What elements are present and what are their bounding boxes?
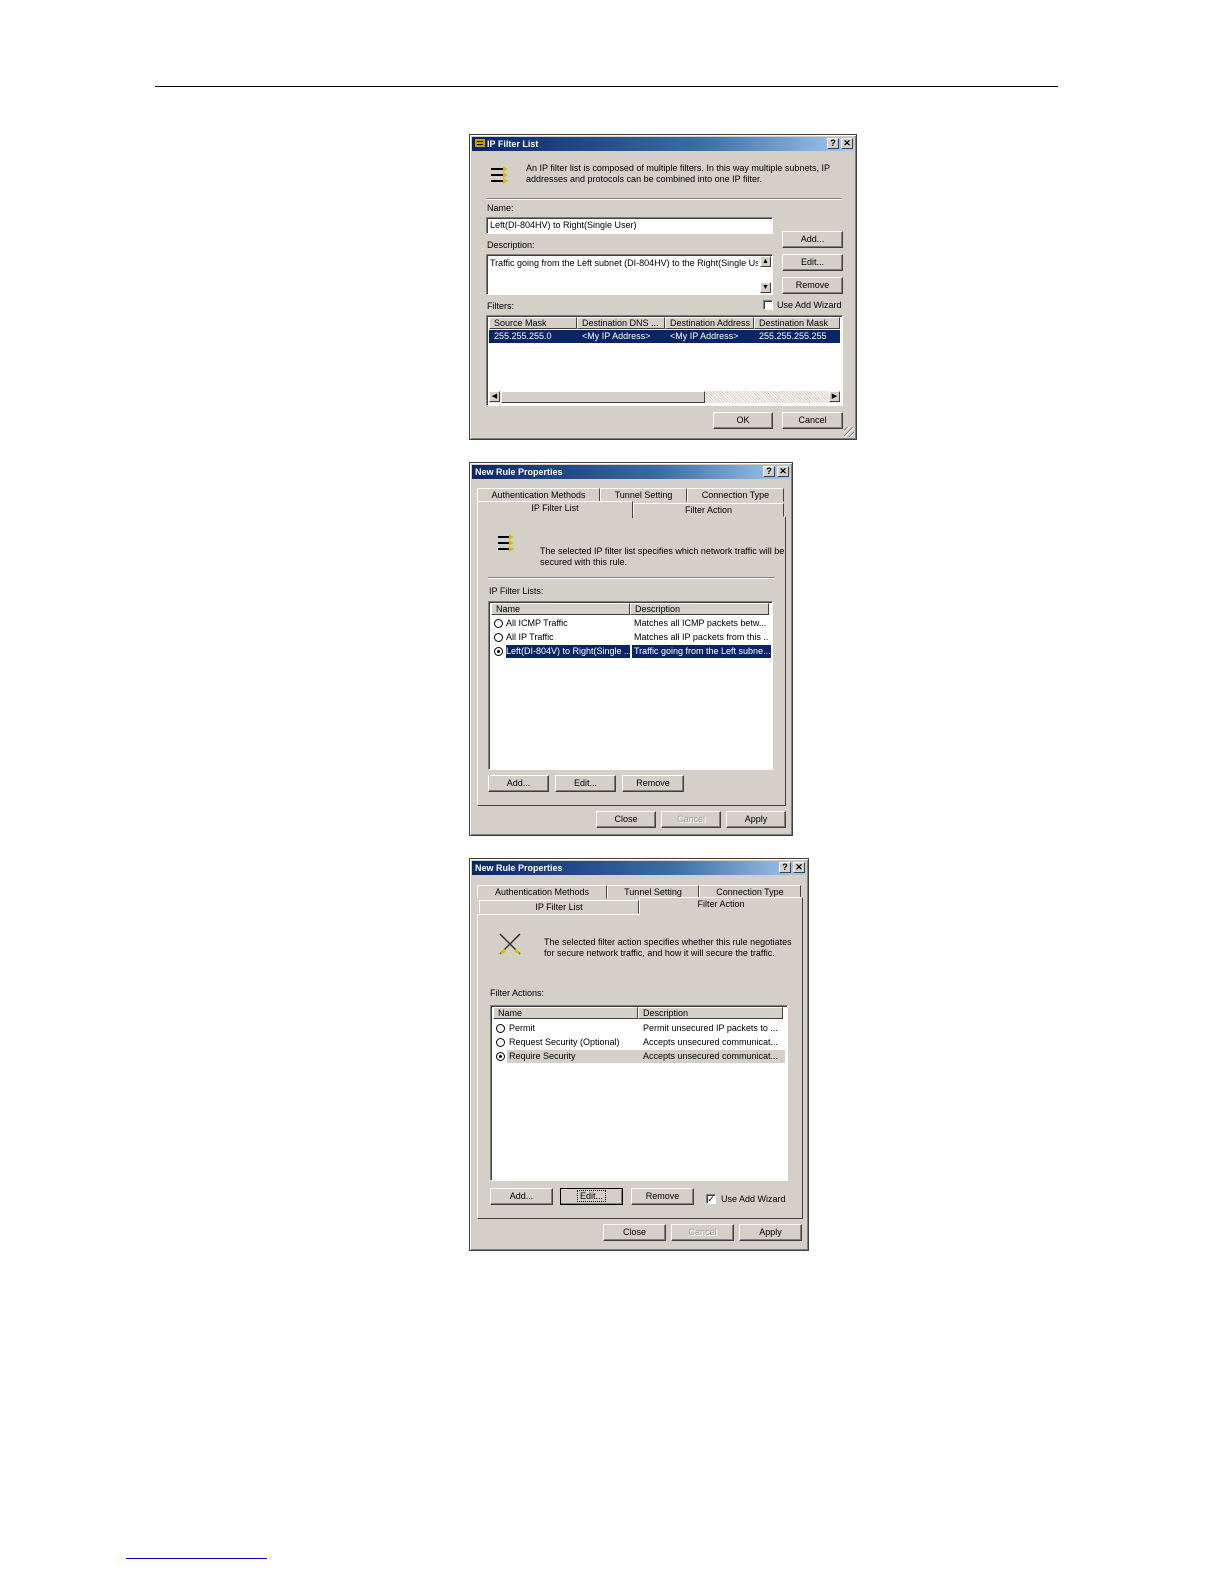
close-footer-button[interactable]: Close xyxy=(603,1224,666,1241)
apply-button[interactable]: Apply xyxy=(726,811,786,828)
close-footer-button[interactable]: Close xyxy=(596,811,656,828)
remove-button[interactable]: Remove xyxy=(631,1188,694,1205)
close-button[interactable]: ✕ xyxy=(777,466,789,477)
horizontal-scrollbar[interactable]: ◀ ▶ xyxy=(489,391,840,403)
resize-grip-icon[interactable] xyxy=(844,427,854,437)
list-item[interactable]: Require Security Accepts unsecured commu… xyxy=(493,1050,785,1063)
name-field[interactable]: Left(DI-804HV) to Right(Single User) xyxy=(486,217,773,234)
intro-text-line2: for secure network traffic, and how it w… xyxy=(544,948,775,958)
filter-action-icon xyxy=(497,931,523,959)
footer-link-underline xyxy=(126,1558,267,1559)
radio-button[interactable] xyxy=(496,1024,505,1033)
use-add-wizard-label: Use Add Wizard xyxy=(721,1194,786,1204)
intro-text-line2: secured with this rule. xyxy=(540,557,628,567)
tab-authentication-methods[interactable]: Authentication Methods xyxy=(477,488,600,502)
table-row[interactable]: 255.255.255.0 <My IP Address> <My IP Add… xyxy=(489,330,840,343)
dialog-title: IP Filter List xyxy=(487,139,539,149)
filter-list-icon xyxy=(488,165,510,189)
close-button[interactable]: ✕ xyxy=(793,862,805,873)
filters-list[interactable]: Source Mask Destination DNS ... Destinat… xyxy=(486,315,843,406)
edit-button[interactable]: Edit... xyxy=(560,1188,623,1205)
tab-filter-action[interactable]: Filter Action xyxy=(633,503,784,517)
app-icon xyxy=(475,138,485,148)
cancel-button[interactable]: Cancel xyxy=(671,1224,734,1241)
ip-filter-lists-label: IP Filter Lists: xyxy=(489,586,544,596)
radio-button-selected[interactable] xyxy=(494,647,503,656)
scrollbar-thumb[interactable] xyxy=(501,391,705,403)
column-header-destination-dns[interactable]: Destination DNS ... xyxy=(577,317,665,329)
intro-text-line1: The selected IP filter list specifies wh… xyxy=(540,546,785,556)
radio-button[interactable] xyxy=(494,619,503,628)
scroll-up-icon[interactable]: ▲ xyxy=(760,256,771,267)
tab-connection-type[interactable]: Connection Type xyxy=(687,488,784,502)
dialog-titlebar[interactable]: IP Filter List ? ✕ xyxy=(472,137,854,151)
new-rule-properties-dialog-filter-action: New Rule Properties ? ✕ Authentication M… xyxy=(469,858,809,1251)
apply-button[interactable]: Apply xyxy=(739,1224,802,1241)
name-label: Name: xyxy=(487,203,514,213)
column-header-destination-address[interactable]: Destination Address xyxy=(665,317,754,329)
ip-filter-list-dialog: IP Filter List ? ✕ An IP filter list is … xyxy=(469,134,857,440)
use-add-wizard-checkbox[interactable]: ✓ xyxy=(706,1194,716,1204)
list-item[interactable]: Request Security (Optional) Accepts unse… xyxy=(493,1036,785,1049)
scroll-down-icon[interactable]: ▼ xyxy=(760,282,771,293)
column-header-source-mask[interactable]: Source Mask xyxy=(489,317,577,329)
separator xyxy=(488,577,775,579)
intro-text-line2: addresses and protocols can be combined … xyxy=(526,174,762,184)
scroll-left-icon[interactable]: ◀ xyxy=(489,391,500,402)
add-button[interactable]: Add... xyxy=(782,231,843,248)
list-item[interactable]: All IP Traffic Matches all IP packets fr… xyxy=(491,631,770,644)
filters-label: Filters: xyxy=(487,301,514,311)
filter-actions-label: Filter Actions: xyxy=(490,988,545,998)
dialog-titlebar[interactable]: New Rule Properties ? ✕ xyxy=(472,861,806,875)
page-header-rule xyxy=(155,86,1058,87)
tab-filter-action[interactable]: Filter Action xyxy=(639,897,803,915)
column-header-description[interactable]: Description xyxy=(630,603,769,615)
tab-authentication-methods[interactable]: Authentication Methods xyxy=(477,885,607,899)
ok-button[interactable]: OK xyxy=(713,412,773,429)
ip-filter-lists-table[interactable]: Name Description All ICMP Traffic Matche… xyxy=(488,601,773,770)
tab-ip-filter-list[interactable]: IP Filter List xyxy=(479,900,639,914)
help-button[interactable]: ? xyxy=(779,862,791,873)
edit-button[interactable]: Edit... xyxy=(782,254,843,271)
scroll-right-icon[interactable]: ▶ xyxy=(829,391,840,402)
description-label: Description: xyxy=(487,240,535,250)
list-item[interactable]: Permit Permit unsecured IP packets to ..… xyxy=(493,1022,785,1035)
remove-button[interactable]: Remove xyxy=(782,277,843,294)
radio-button[interactable] xyxy=(496,1038,505,1047)
new-rule-properties-dialog-filter-list: New Rule Properties ? ✕ Authentication M… xyxy=(469,462,793,836)
radio-button[interactable] xyxy=(494,633,503,642)
list-item[interactable]: All ICMP Traffic Matches all ICMP packet… xyxy=(491,617,770,630)
column-header-destination-mask[interactable]: Destination Mask xyxy=(754,317,840,329)
column-header-description[interactable]: Description xyxy=(638,1007,783,1019)
help-button[interactable]: ? xyxy=(763,466,775,477)
use-add-wizard-checkbox[interactable] xyxy=(763,300,773,310)
separator xyxy=(486,198,842,200)
filter-list-icon xyxy=(496,533,516,557)
intro-text-line1: An IP filter list is composed of multipl… xyxy=(526,163,830,173)
radio-button-selected[interactable] xyxy=(496,1052,505,1061)
list-item[interactable]: Left(DI-804V) to Right(Single ... Traffi… xyxy=(491,644,771,659)
edit-button[interactable]: Edit... xyxy=(555,775,616,792)
dialog-title: New Rule Properties xyxy=(475,863,563,873)
remove-button[interactable]: Remove xyxy=(622,775,684,792)
dialog-titlebar[interactable]: New Rule Properties ? ✕ xyxy=(472,465,790,479)
cancel-button[interactable]: Cancel xyxy=(782,412,843,429)
use-add-wizard-label: Use Add Wizard xyxy=(777,300,842,310)
close-button[interactable]: ✕ xyxy=(841,138,853,149)
column-header-name[interactable]: Name xyxy=(491,603,630,615)
dialog-title: New Rule Properties xyxy=(475,467,563,477)
help-button[interactable]: ? xyxy=(827,138,839,149)
column-header-name[interactable]: Name xyxy=(493,1007,638,1019)
intro-text-line1: The selected filter action specifies whe… xyxy=(544,937,792,947)
cancel-button[interactable]: Cancel xyxy=(661,811,721,828)
tab-tunnel-setting[interactable]: Tunnel Setting xyxy=(600,488,687,502)
tab-ip-filter-list[interactable]: IP Filter List xyxy=(477,501,633,518)
filter-actions-table[interactable]: Name Description Permit Permit unsecured… xyxy=(490,1005,788,1181)
add-button[interactable]: Add... xyxy=(488,775,549,792)
description-field[interactable]: Traffic going from the Left subnet (DI-8… xyxy=(486,254,773,295)
add-button[interactable]: Add... xyxy=(490,1188,553,1205)
